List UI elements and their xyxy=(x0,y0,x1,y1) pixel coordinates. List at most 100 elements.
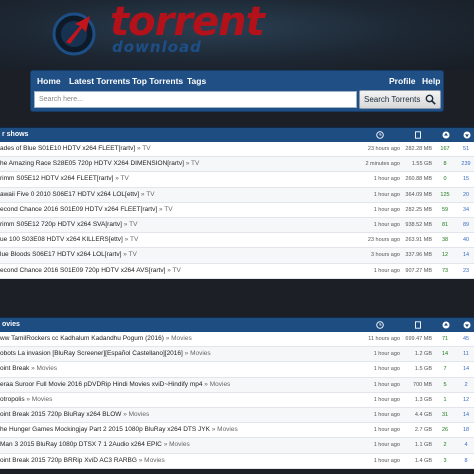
torrent-category[interactable]: » TV xyxy=(123,251,137,258)
torrent-category[interactable]: » Movies xyxy=(204,381,230,388)
torrent-added: 1 hour ago xyxy=(373,457,400,464)
torrent-title[interactable]: rimm S05E12 720p HDTV x264 SVA[rartv] xyxy=(0,221,122,228)
torrent-added: 23 hours ago xyxy=(367,146,400,152)
torrent-category[interactable]: » Movies xyxy=(164,441,190,448)
torrent-leechers: 4 xyxy=(464,442,468,449)
torrent-leechers: 34 xyxy=(462,206,470,213)
torrent-title[interactable]: ww TamilRockers cc Kadhalum Kadandhu Pog… xyxy=(0,335,164,342)
torrent-leechers: 14 xyxy=(462,366,470,373)
torrent-title[interactable]: obots La invasion [BluRay Screener][Espa… xyxy=(0,350,183,357)
torrent-title[interactable]: lue Bloods S06E17 HDTV x264 LOL[rartv] xyxy=(0,251,121,258)
torrent-category[interactable]: » TV xyxy=(125,236,139,243)
search-button[interactable]: Search Torrents xyxy=(359,90,441,109)
torrent-name[interactable]: awaii Five 0 2010 S06E17 HDTV x264 LOL[e… xyxy=(0,188,356,202)
torrent-name[interactable]: ww TamilRockers cc Kadhalum Kadandhu Pog… xyxy=(0,332,356,346)
nav-latest-torrents[interactable]: Latest Torrents xyxy=(69,76,130,86)
torrent-title[interactable]: he Hunger Games Mockingjay Part 2 2015 1… xyxy=(0,426,210,433)
torrent-category[interactable]: » Movies xyxy=(139,457,165,464)
torrent-category[interactable]: » Movies xyxy=(26,396,52,403)
torrent-title[interactable]: ades of Blue S01E10 HDTV x264 FLEET[rart… xyxy=(0,145,135,152)
torrent-category[interactable]: » TV xyxy=(159,206,173,213)
torrent-row[interactable]: rimm S05E12 HDTV x264 FLEET[rartv] » TV 1… xyxy=(0,172,474,188)
torrent-category[interactable]: » TV xyxy=(124,221,138,228)
torrent-size: 364.09 MB xyxy=(405,191,432,198)
torrent-seeders: 1 xyxy=(443,396,447,403)
torrent-name[interactable]: ades of Blue S01E10 HDTV x264 FLEET[rart… xyxy=(0,142,356,156)
torrent-seeders: 31 xyxy=(441,411,449,418)
torrent-category[interactable]: » Movies xyxy=(185,350,211,357)
torrent-title[interactable]: awaii Five 0 2010 S06E17 HDTV x264 LOL[e… xyxy=(0,191,139,198)
torrent-row[interactable]: he Hunger Games Mockingjay Part 2 2015 1… xyxy=(0,423,474,439)
logo-icon[interactable] xyxy=(48,6,100,58)
torrent-name[interactable]: oint Break » Movies xyxy=(0,362,356,376)
torrent-row[interactable]: he Amazing Race S28E05 720p HDTV X264 DI… xyxy=(0,157,474,173)
torrent-name[interactable]: rimm S05E12 720p HDTV x264 SVA[rartv] » … xyxy=(0,218,356,232)
torrent-category[interactable]: » TV xyxy=(186,160,200,167)
torrent-added: 1 hour ago xyxy=(373,381,400,388)
torrent-row[interactable]: oint Break 2015 720p BluRay x264 BLOW » … xyxy=(0,407,474,424)
torrent-category[interactable]: » TV xyxy=(137,145,151,152)
torrent-row[interactable]: ue 100 S03E08 HDTV x264 KILLERS[ettv] » … xyxy=(0,233,474,249)
torrent-row[interactable]: obots La invasion [BluRay Screener][Espa… xyxy=(0,347,474,363)
torrent-title[interactable]: eraa Suroor Full Movie 2016 pDVDRip Hind… xyxy=(0,381,202,388)
torrent-title[interactable]: Man 3 2015 BluRay 1080p DTSX 7 1 2Audio … xyxy=(0,441,162,448)
torrent-title[interactable]: oint Break xyxy=(0,365,29,372)
torrent-name[interactable]: rimm S05E12 HDTV x264 FLEET[rartv] » TV xyxy=(0,172,356,186)
torrent-row[interactable]: rimm S05E12 720p HDTV x264 SVA[rartv] » … xyxy=(0,217,474,234)
torrent-row[interactable]: econd Chance 2016 S01E09 720p HDTV x264 … xyxy=(0,264,474,279)
torrent-name[interactable]: oint Break 2015 720p BRRip XviD AC3 RARB… xyxy=(0,454,356,468)
torrent-title[interactable]: oint Break 2015 720p BRRip XviD AC3 RARB… xyxy=(0,457,137,464)
nav-profile[interactable]: Profile xyxy=(389,76,415,86)
torrent-leechers: 2 xyxy=(464,381,468,388)
torrent-row[interactable]: lue Bloods S06E17 HDTV x264 LOL[rartv] »… xyxy=(0,248,474,264)
torrent-row[interactable]: Man 3 2015 BluRay 1080p DTSX 7 1 2Audio … xyxy=(0,438,474,454)
logo-title[interactable]: torrent xyxy=(110,2,265,42)
search-input[interactable]: Search here... xyxy=(34,91,357,108)
torrent-title[interactable]: he Amazing Race S28E05 720p HDTV X264 DI… xyxy=(0,160,184,167)
nav-help[interactable]: Help xyxy=(422,76,440,86)
torrent-category[interactable]: » TV xyxy=(141,191,155,198)
torrent-row[interactable]: eraa Suroor Full Movie 2016 pDVDRip Hind… xyxy=(0,377,474,393)
torrent-name[interactable]: ue 100 S03E08 HDTV x264 KILLERS[ettv] » … xyxy=(0,233,356,247)
torrent-name[interactable]: he Hunger Games Mockingjay Part 2 2015 1… xyxy=(0,423,356,437)
nav-top-torrents[interactable]: Top Torrents xyxy=(132,76,183,86)
torrent-row[interactable]: ades of Blue S01E10 HDTV x264 FLEET[rart… xyxy=(0,142,474,158)
seeders-icon xyxy=(442,321,450,329)
torrent-name[interactable]: lue Bloods S06E17 HDTV x264 LOL[rartv] »… xyxy=(0,248,356,262)
torrent-seeders: 14 xyxy=(441,351,449,358)
torrent-title[interactable]: oint Break 2015 720p BluRay x264 BLOW xyxy=(0,411,121,418)
nav-home[interactable]: Home xyxy=(37,76,61,86)
torrent-title[interactable]: econd Chance 2016 S01E09 HDTV x264 FLEET… xyxy=(0,206,157,213)
torrent-category[interactable]: » Movies xyxy=(123,411,149,418)
torrent-added: 1 hour ago xyxy=(373,351,400,358)
torrent-title[interactable]: ue 100 S03E08 HDTV x264 KILLERS[ettv] xyxy=(0,236,123,243)
torrent-added: 1 hour ago xyxy=(373,411,400,418)
torrent-name[interactable]: otropolis » Movies xyxy=(0,393,356,407)
torrent-row[interactable]: ww TamilRockers cc Kadhalum Kadandhu Pog… xyxy=(0,332,474,348)
torrent-title[interactable]: otropolis xyxy=(0,396,25,403)
nav-tags[interactable]: Tags xyxy=(187,76,206,86)
torrent-row[interactable]: oint Break » Movies 1 hour ago 1.5 GB 7 14 xyxy=(0,362,474,378)
torrent-title[interactable]: rimm S05E12 HDTV x264 FLEET[rartv] xyxy=(0,175,113,182)
torrent-name[interactable]: econd Chance 2016 S01E09 720p HDTV x264 … xyxy=(0,264,356,278)
torrent-seeders: 2 xyxy=(443,442,447,449)
torrent-category[interactable]: » TV xyxy=(167,267,181,274)
torrent-category[interactable]: » Movies xyxy=(212,426,238,433)
torrent-row[interactable]: otropolis » Movies 1 hour ago 1.3 GB 1 12 xyxy=(0,393,474,408)
torrent-seeders: 81 xyxy=(441,221,449,228)
torrent-row[interactable]: awaii Five 0 2010 S06E17 HDTV x264 LOL[e… xyxy=(0,187,474,203)
torrent-category[interactable]: » Movies xyxy=(31,365,57,372)
torrent-name[interactable]: he Amazing Race S28E05 720p HDTV X264 DI… xyxy=(0,157,356,171)
torrent-name[interactable]: oint Break 2015 720p BluRay x264 BLOW » … xyxy=(0,408,356,422)
logo-subtitle[interactable]: download xyxy=(112,38,202,56)
torrent-category[interactable]: » Movies xyxy=(166,335,192,342)
torrent-row[interactable]: econd Chance 2016 S01E09 HDTV x264 FLEET… xyxy=(0,203,474,218)
torrent-size: 1.5 GB xyxy=(414,366,432,373)
torrent-name[interactable]: econd Chance 2016 S01E09 HDTV x264 FLEET… xyxy=(0,203,356,217)
torrent-row[interactable]: oint Break 2015 720p BRRip XviD AC3 RARB… xyxy=(0,454,474,469)
torrent-title[interactable]: econd Chance 2016 S01E09 720p HDTV x264 … xyxy=(0,267,165,274)
torrent-category[interactable]: » TV xyxy=(115,175,129,182)
torrent-name[interactable]: Man 3 2015 BluRay 1080p DTSX 7 1 2Audio … xyxy=(0,438,356,452)
torrent-name[interactable]: obots La invasion [BluRay Screener][Espa… xyxy=(0,347,356,361)
torrent-name[interactable]: eraa Suroor Full Movie 2016 pDVDRip Hind… xyxy=(0,378,356,392)
